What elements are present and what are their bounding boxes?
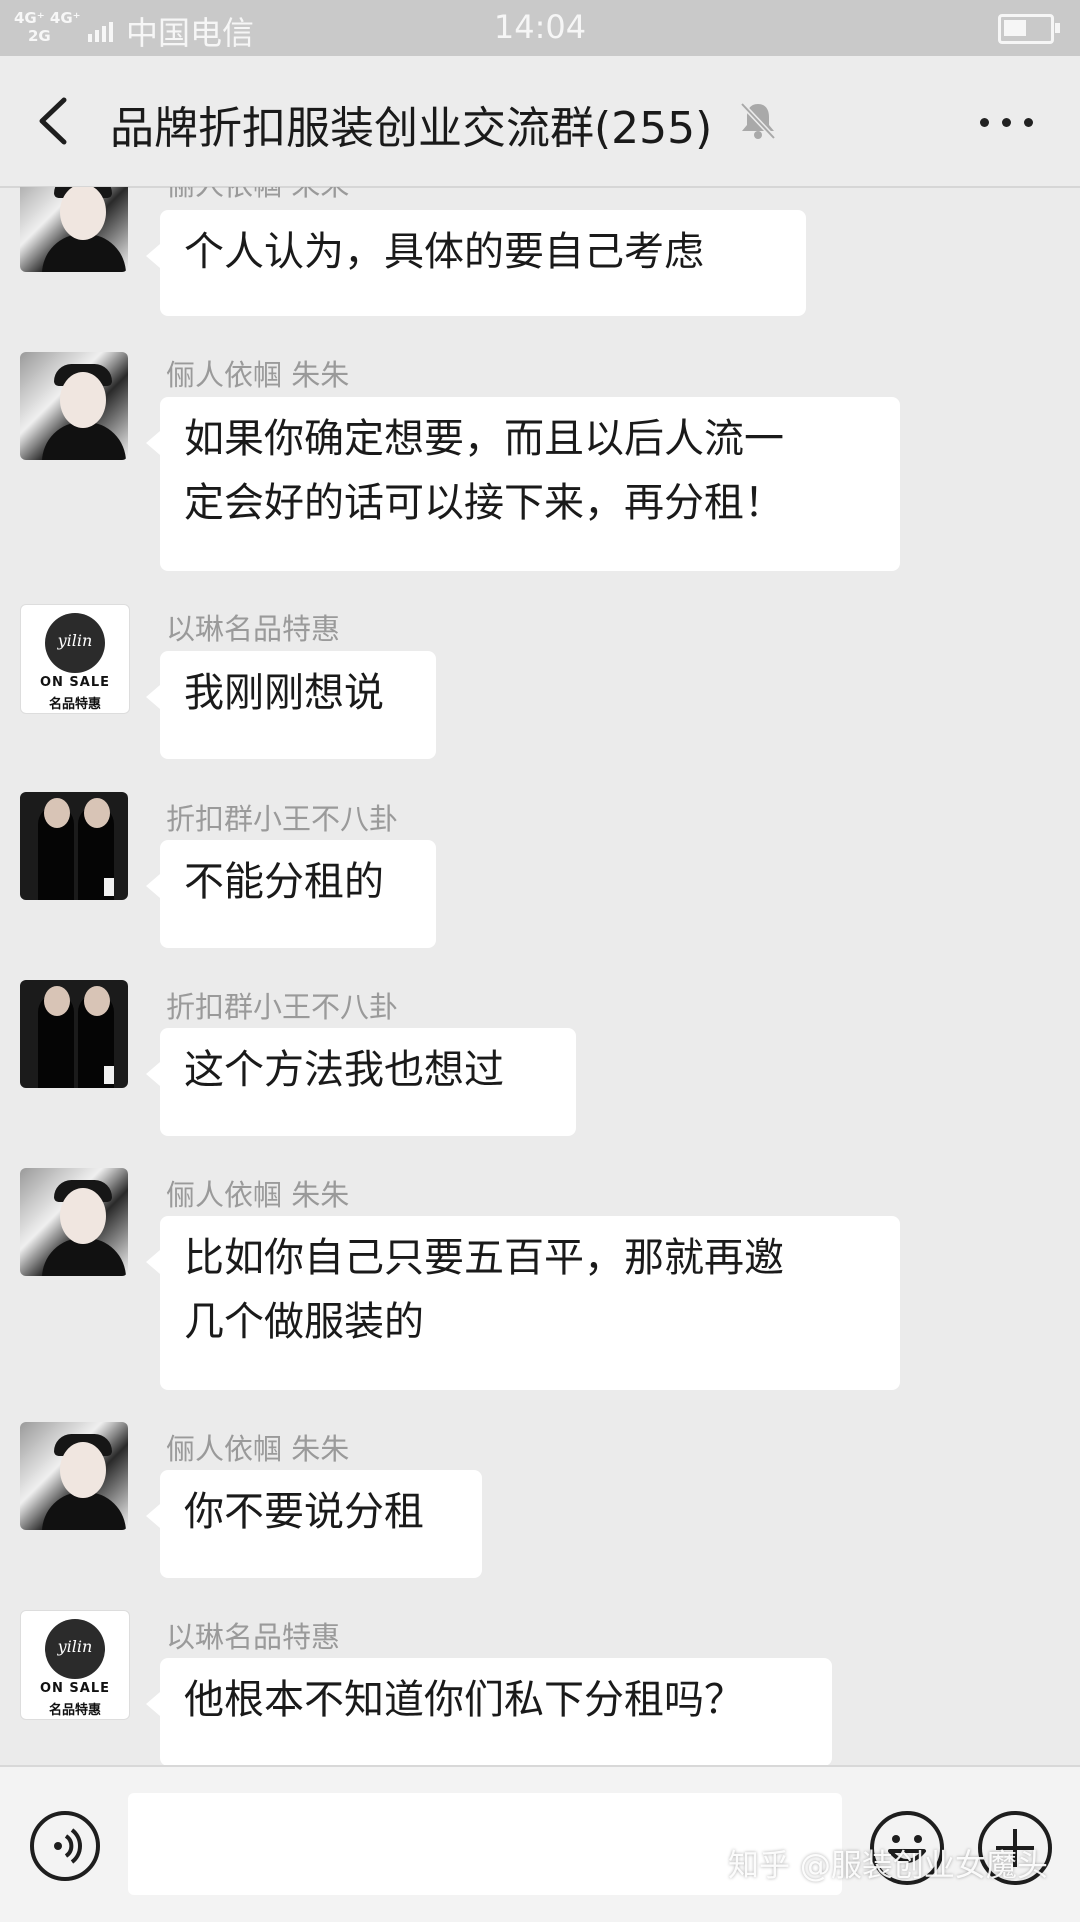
more-dots-icon[interactable] bbox=[980, 106, 1040, 136]
battery-icon bbox=[998, 14, 1060, 44]
message-text: 我刚刚想说 bbox=[184, 670, 384, 716]
message-text: 如果你确定想要，而且以后人流一 定会好的话可以接下来，再分租！ bbox=[184, 416, 784, 526]
message-bubble[interactable]: 我刚刚想说 bbox=[146, 651, 436, 759]
message-text: 你不要说分租 bbox=[184, 1489, 424, 1535]
message-text: 这个方法我也想过 bbox=[184, 1047, 504, 1093]
back-chevron-icon[interactable] bbox=[34, 96, 78, 146]
message-bubble[interactable]: 如果你确定想要，而且以后人流一 定会好的话可以接下来，再分租！ bbox=[146, 397, 900, 571]
clock: 14:04 bbox=[493, 8, 587, 46]
status-bar: 4G⁺ 4G⁺ 2G 中国电信 14:04 bbox=[0, 0, 1080, 56]
brand-logo-icon: yilin bbox=[45, 613, 105, 673]
message-bubble[interactable]: 这个方法我也想过 bbox=[146, 1028, 576, 1136]
sender-name: 俪人依帼 朱朱 bbox=[166, 187, 349, 204]
avatar[interactable] bbox=[20, 1422, 128, 1530]
avatar[interactable] bbox=[20, 980, 128, 1088]
message-bubble[interactable]: 不能分租的 bbox=[146, 840, 436, 948]
message-list[interactable]: 俪人依帼 朱朱 个人认为，具体的要自己考虑 俪人依帼 朱朱 如果你确定想要，而且… bbox=[0, 187, 1080, 1765]
message-text: 比如你自己只要五百平，那就再邀 几个做服装的 bbox=[184, 1235, 784, 1345]
avatar[interactable] bbox=[20, 187, 128, 272]
logo-script: yilin bbox=[57, 1637, 93, 1656]
message-text: 个人认为，具体的要自己考虑 bbox=[184, 229, 704, 275]
logo-line1: ON SALE bbox=[39, 675, 111, 690]
sender-name: 以琳名品特惠 bbox=[166, 1620, 341, 1654]
chat-header: 品牌折扣服装创业交流群(255) bbox=[0, 56, 1080, 188]
avatar[interactable]: yilin ON SALE 名品特惠 bbox=[20, 1610, 130, 1720]
sender-name: 以琳名品特惠 bbox=[166, 612, 341, 646]
avatar[interactable] bbox=[20, 352, 128, 460]
message-bubble[interactable]: 你不要说分租 bbox=[146, 1470, 482, 1578]
avatar[interactable]: yilin ON SALE 名品特惠 bbox=[20, 604, 130, 714]
message-bubble[interactable]: 他根本不知道你们私下分租吗？ bbox=[146, 1658, 832, 1765]
logo-script: yilin bbox=[57, 631, 93, 650]
voice-icon[interactable] bbox=[30, 1811, 100, 1881]
logo-line2: 名品特惠 bbox=[48, 697, 101, 712]
watermark: 知乎 @服装创业女魔头 bbox=[728, 1848, 1048, 1884]
avatar[interactable] bbox=[20, 792, 128, 900]
sender-name: 折扣群小王不八卦 bbox=[166, 802, 399, 836]
logo-line2: 名品特惠 bbox=[48, 1703, 101, 1718]
sender-name: 折扣群小王不八卦 bbox=[166, 990, 399, 1024]
sender-name: 俪人依帼 朱朱 bbox=[166, 358, 350, 392]
message-bubble[interactable]: 个人认为，具体的要自己考虑 bbox=[146, 210, 806, 316]
message-bubble[interactable]: 比如你自己只要五百平，那就再邀 几个做服装的 bbox=[146, 1216, 900, 1390]
sender-name: 俪人依帼 朱朱 bbox=[166, 1432, 350, 1466]
sender-name: 俪人依帼 朱朱 bbox=[166, 1178, 350, 1212]
avatar[interactable] bbox=[20, 1168, 128, 1276]
bell-off-icon bbox=[740, 102, 776, 140]
brand-logo-icon: yilin bbox=[45, 1619, 105, 1679]
message-text: 不能分租的 bbox=[184, 859, 384, 905]
message-text: 他根本不知道你们私下分租吗？ bbox=[184, 1677, 744, 1723]
logo-line1: ON SALE bbox=[39, 1681, 111, 1696]
page-title: 品牌折扣服装创业交流群(255) bbox=[110, 103, 713, 154]
